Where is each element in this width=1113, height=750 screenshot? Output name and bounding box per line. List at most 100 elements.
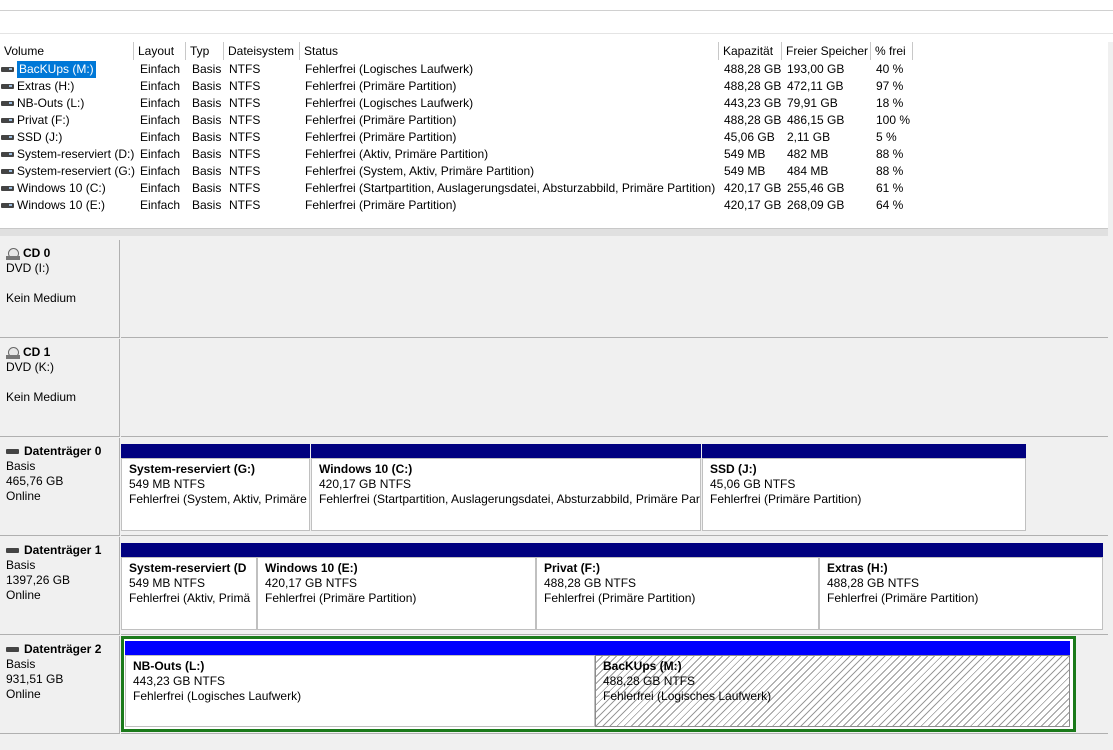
disk-info-line: Basis — [6, 558, 36, 572]
partition-size: 488,28 GB NTFS — [827, 576, 920, 590]
column-header-kapazitaet[interactable]: Kapazität — [719, 42, 782, 60]
disk-info-line: Online — [6, 588, 41, 602]
pane-splitter[interactable] — [0, 228, 1108, 236]
disk-label-4[interactable]: Datenträger 2 Basis 931,51 GB Online — [0, 636, 120, 734]
prozent-frei-cell: 61 % — [876, 181, 904, 195]
status-cell: Fehlerfrei (Primäre Partition) — [305, 130, 457, 144]
kapazitaet-cell: 420,17 GB — [724, 181, 782, 195]
disk-info-line: Basis — [6, 459, 36, 473]
volume-row[interactable]: Extras (H:) Einfach Basis NTFS Fehlerfrei (P… — [0, 78, 1108, 95]
dateisystem-cell: NTFS — [229, 96, 261, 110]
kapazitaet-cell: 45,06 GB — [724, 130, 775, 144]
volume-row[interactable]: Windows 10 (E:) Einfach Basis NTFS Fehlerfre… — [0, 197, 1108, 214]
volume-list[interactable]: Volume Layout Typ Dateisystem Status Kap… — [0, 42, 1108, 228]
disk-content-4: NB-Outs (L:) 443,23 GB NTFS Fehlerfrei (Lo… — [121, 636, 1108, 734]
column-header-layout[interactable]: Layout — [134, 42, 186, 60]
volume-row[interactable]: Privat (F:) Einfach Basis NTFS Fehlerfrei (P… — [0, 112, 1108, 129]
hard-disk-icon — [6, 548, 19, 553]
partition-size: 488,28 GB NTFS — [544, 576, 637, 590]
partition-block[interactable]: Privat (F:) 488,28 GB NTFS Fehlerfrei (Pri… — [536, 543, 819, 630]
volume-row[interactable]: BacKUps (M:) Einfach Basis NTFS Fehlerfrei (… — [0, 61, 1108, 78]
cd-drive-icon — [6, 346, 20, 359]
kapazitaet-cell: 443,23 GB — [724, 96, 782, 110]
disk-label-2[interactable]: Datenträger 0 Basis 465,76 GB Online — [0, 438, 120, 536]
disk-label-1[interactable]: CD 1 DVD (K:) Kein Medium — [0, 339, 120, 437]
volume-name: NB-Outs (L:) — [17, 96, 85, 110]
status-cell: Fehlerfrei (Aktiv, Primäre Partition) — [305, 147, 489, 161]
volume-name: SSD (J:) — [17, 130, 63, 144]
partition-block[interactable]: Windows 10 (E:) 420,17 GB NTFS Fehlerfrei … — [257, 543, 536, 630]
partition-block[interactable]: BacKUps (M:) 488,28 GB NTFS Fehlerfrei (Lo… — [595, 641, 1070, 727]
disk-media-status: Kein Medium — [6, 291, 77, 305]
status-cell: Fehlerfrei (Primäre Partition) — [305, 113, 457, 127]
toolbar-bottom-border — [0, 33, 1113, 34]
partition-block[interactable]: Windows 10 (C:) 420,17 GB NTFS Fehlerfrei … — [311, 444, 701, 531]
disk-label-3[interactable]: Datenträger 1 Basis 1397,26 GB Online — [0, 537, 120, 635]
typ-cell: Basis — [192, 96, 222, 110]
partition-size: 420,17 GB NTFS — [265, 576, 358, 590]
disk-info-line: Online — [6, 489, 41, 503]
column-header-dateisystem[interactable]: Dateisystem — [224, 42, 300, 60]
partition-block[interactable]: System-reserviert (D 549 MB NTFS Fehlerfre… — [121, 543, 257, 630]
column-header-typ[interactable]: Typ — [186, 42, 224, 60]
partition-size: 549 MB NTFS — [129, 576, 206, 590]
partition-status: Fehlerfrei (System, Aktiv, Primäre — [129, 492, 307, 506]
disk-content-1 — [121, 339, 1108, 437]
volume-name: Windows 10 (E:) — [17, 198, 106, 212]
partition-type-bar — [595, 641, 1070, 655]
partition-block[interactable]: NB-Outs (L:) 443,23 GB NTFS Fehlerfrei (Lo… — [125, 641, 595, 727]
status-cell: Fehlerfrei (Startpartition, Auslagerungs… — [305, 181, 716, 195]
typ-cell: Basis — [192, 181, 222, 195]
typ-cell: Basis — [192, 79, 222, 93]
volume-name: System-reserviert (G:) — [17, 164, 136, 178]
dateisystem-cell: NTFS — [229, 113, 261, 127]
volume-row[interactable]: NB-Outs (L:) Einfach Basis NTFS Fehlerfrei (… — [0, 95, 1108, 112]
prozent-frei-cell: 5 % — [876, 130, 897, 144]
partition-type-bar — [536, 543, 819, 557]
volume-name: Privat (F:) — [17, 113, 70, 127]
disk-title: CD 0 — [6, 246, 119, 261]
layout-cell: Einfach — [140, 96, 181, 110]
disk-content-2: System-reserviert (G:) 549 MB NTFS Fehlerf… — [121, 438, 1108, 536]
column-header-volume[interactable]: Volume — [0, 42, 134, 60]
volume-cell: Extras (H:) — [1, 78, 74, 95]
column-header-freier-speicher[interactable]: Freier Speicher — [782, 42, 871, 60]
volume-list-header: Volume Layout Typ Dateisystem Status Kap… — [0, 42, 1108, 60]
status-cell: Fehlerfrei (Logisches Laufwerk) — [305, 96, 474, 110]
partition-name: BacKUps (M:) — [603, 659, 682, 673]
partition-block[interactable]: Extras (H:) 488,28 GB NTFS Fehlerfrei (Pri… — [819, 543, 1103, 630]
disk-label-0[interactable]: CD 0 DVD (I:) Kein Medium — [0, 240, 120, 338]
volume-cell: NB-Outs (L:) — [1, 95, 84, 112]
vertical-scrollbar-track[interactable] — [1108, 42, 1113, 750]
volume-row[interactable]: System-reserviert (D:) Einfach Basis NTFS Fe… — [0, 146, 1108, 163]
dateisystem-cell: NTFS — [229, 62, 261, 76]
volume-row[interactable]: Windows 10 (C:) Einfach Basis NTFS Fehlerfre… — [0, 180, 1108, 197]
partition-type-bar — [121, 543, 257, 557]
partition-size: 420,17 GB NTFS — [319, 477, 412, 491]
partition-name: Extras (H:) — [827, 561, 888, 575]
dateisystem-cell: NTFS — [229, 164, 261, 178]
partition-status: Fehlerfrei (Logisches Laufwerk) — [603, 689, 772, 703]
partition-block[interactable]: System-reserviert (G:) 549 MB NTFS Fehlerf… — [121, 444, 310, 531]
partition-status: Fehlerfrei (Primäre Partition) — [710, 492, 862, 506]
disk-title: Datenträger 1 — [6, 543, 119, 558]
volume-cell: BacKUps (M:) — [1, 61, 96, 78]
partition-details: SSD (J:) 45,06 GB NTFS Fehlerfrei (Primäre… — [702, 458, 1026, 531]
volume-row[interactable]: SSD (J:) Einfach Basis NTFS Fehlerfrei (Prim… — [0, 129, 1108, 146]
partition-block[interactable]: SSD (J:) 45,06 GB NTFS Fehlerfrei (Primäre… — [702, 444, 1026, 531]
column-header-prozent-frei[interactable]: % frei — [871, 42, 913, 60]
partition-status: Fehlerfrei (Primäre Partition) — [544, 591, 696, 605]
partition-type-bar — [311, 444, 701, 458]
disk-title-text: Datenträger 2 — [24, 642, 102, 656]
partition-name: System-reserviert (D — [129, 561, 247, 575]
kapazitaet-cell: 549 MB — [724, 147, 766, 161]
volume-drive-icon — [1, 203, 14, 208]
column-header-status[interactable]: Status — [300, 42, 719, 60]
volume-drive-icon — [1, 186, 14, 191]
volume-row[interactable]: System-reserviert (G:) Einfach Basis NTFS Fe… — [0, 163, 1108, 180]
freier-speicher-cell: 79,91 GB — [787, 96, 838, 110]
status-cell: Fehlerfrei (Logisches Laufwerk) — [305, 62, 474, 76]
partition-status: Fehlerfrei (Primäre Partition) — [265, 591, 417, 605]
volume-drive-icon — [1, 67, 14, 72]
freier-speicher-cell: 486,15 GB — [787, 113, 845, 127]
